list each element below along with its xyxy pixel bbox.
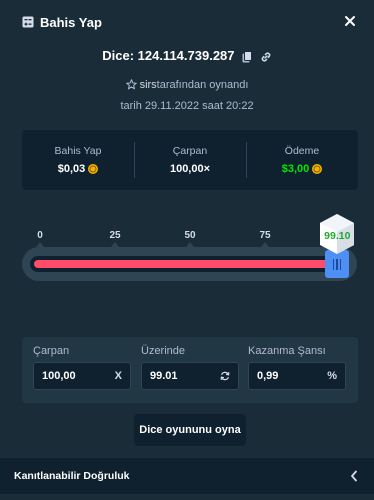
grip-icon: [332, 258, 342, 270]
roll-over-field: Üzerinde 99.01: [141, 345, 239, 390]
stat-payout: Ödeme $3,00: [246, 130, 358, 190]
play-dice-button[interactable]: Dice oyununu oyna: [134, 414, 246, 446]
modal-header: Bahis Yap: [0, 0, 374, 46]
coin-icon: [88, 164, 99, 174]
result-value: 99.10: [324, 230, 351, 242]
player-name[interactable]: sirs: [140, 79, 157, 91]
win-chance-input-value: 0,99: [257, 370, 279, 382]
link-icon[interactable]: [260, 51, 272, 63]
multiplier-input-value: 100,00: [42, 370, 76, 382]
stat-value: $3,00: [282, 163, 323, 175]
played-by-line: sirstarafından oynandı: [0, 79, 374, 91]
coin-icon: [312, 164, 323, 174]
field-label: Üzerinde: [141, 345, 186, 357]
roll-slider[interactable]: [22, 247, 357, 281]
bet-date: tarih 29.11.2022 saat 20:22: [120, 100, 254, 112]
refresh-icon[interactable]: [220, 371, 230, 381]
bet-id-line: Dice: 124.114.739.287: [0, 48, 374, 63]
provably-fair-label: Kanıtlanabilir Doğruluk: [14, 470, 130, 482]
multiplier-field: Çarpan 100,00 X: [33, 345, 131, 390]
slider-tick-label: 50: [184, 230, 196, 241]
copy-icon[interactable]: [242, 50, 253, 63]
bet-details-modal: Bahis Yap Dice: 124.114.739.287 sirstara…: [0, 0, 374, 500]
field-label: Kazanma Şansı: [248, 345, 326, 357]
provably-fair-section[interactable]: Kanıtlanabilir Doğruluk: [0, 458, 374, 494]
field-label: Çarpan: [33, 345, 70, 357]
roll-over-input[interactable]: 99.01: [141, 362, 239, 390]
stat-multiplier: Çarpan 100,00×: [134, 130, 246, 190]
bet-amount-value: $0,03: [57, 163, 86, 175]
slider-tick-label: 25: [109, 230, 121, 241]
stat-value: 100,00×: [170, 163, 210, 175]
played-by-suffix: tarafından oynandı: [156, 79, 249, 91]
multiplier-input[interactable]: 100,00 X: [33, 362, 131, 390]
modal-title: Bahis Yap: [40, 15, 102, 30]
receipt-icon: [22, 16, 34, 28]
payout-value: $3,00: [281, 163, 310, 175]
slider-tick-label: 75: [259, 230, 271, 241]
stat-label: Bahis Yap: [54, 145, 102, 157]
close-icon[interactable]: [342, 13, 358, 29]
multiplier-value: 100,00×: [169, 163, 211, 175]
win-chance-suffix: %: [327, 370, 337, 382]
slider-tick-label: 0: [37, 230, 43, 241]
stat-bet-amount: Bahis Yap $0,03: [22, 130, 134, 190]
win-chance-field: Kazanma Şansı 0,99 %: [248, 345, 346, 390]
bet-id: Dice: 124.114.739.287: [102, 48, 235, 63]
slider-fill: [34, 260, 338, 268]
multiplier-suffix: X: [114, 370, 122, 382]
win-chance-input[interactable]: 0,99 %: [248, 362, 346, 390]
bet-parameters-panel: Çarpan 100,00 X Üzerinde 99.01 Kazanma Ş…: [22, 337, 358, 403]
stat-value: $0,03: [58, 163, 99, 175]
slider-track: [30, 256, 347, 272]
bet-stats-panel: Bahis Yap $0,03 Çarpan 100,00× Ödeme $3,…: [22, 130, 358, 190]
star-icon: [125, 79, 137, 90]
stat-label: Ödeme: [284, 145, 320, 157]
stat-label: Çarpan: [172, 145, 208, 157]
chevron-left-icon[interactable]: [350, 470, 358, 482]
result-dice: 99.10: [318, 212, 356, 256]
roll-over-input-value: 99.01: [150, 370, 178, 382]
